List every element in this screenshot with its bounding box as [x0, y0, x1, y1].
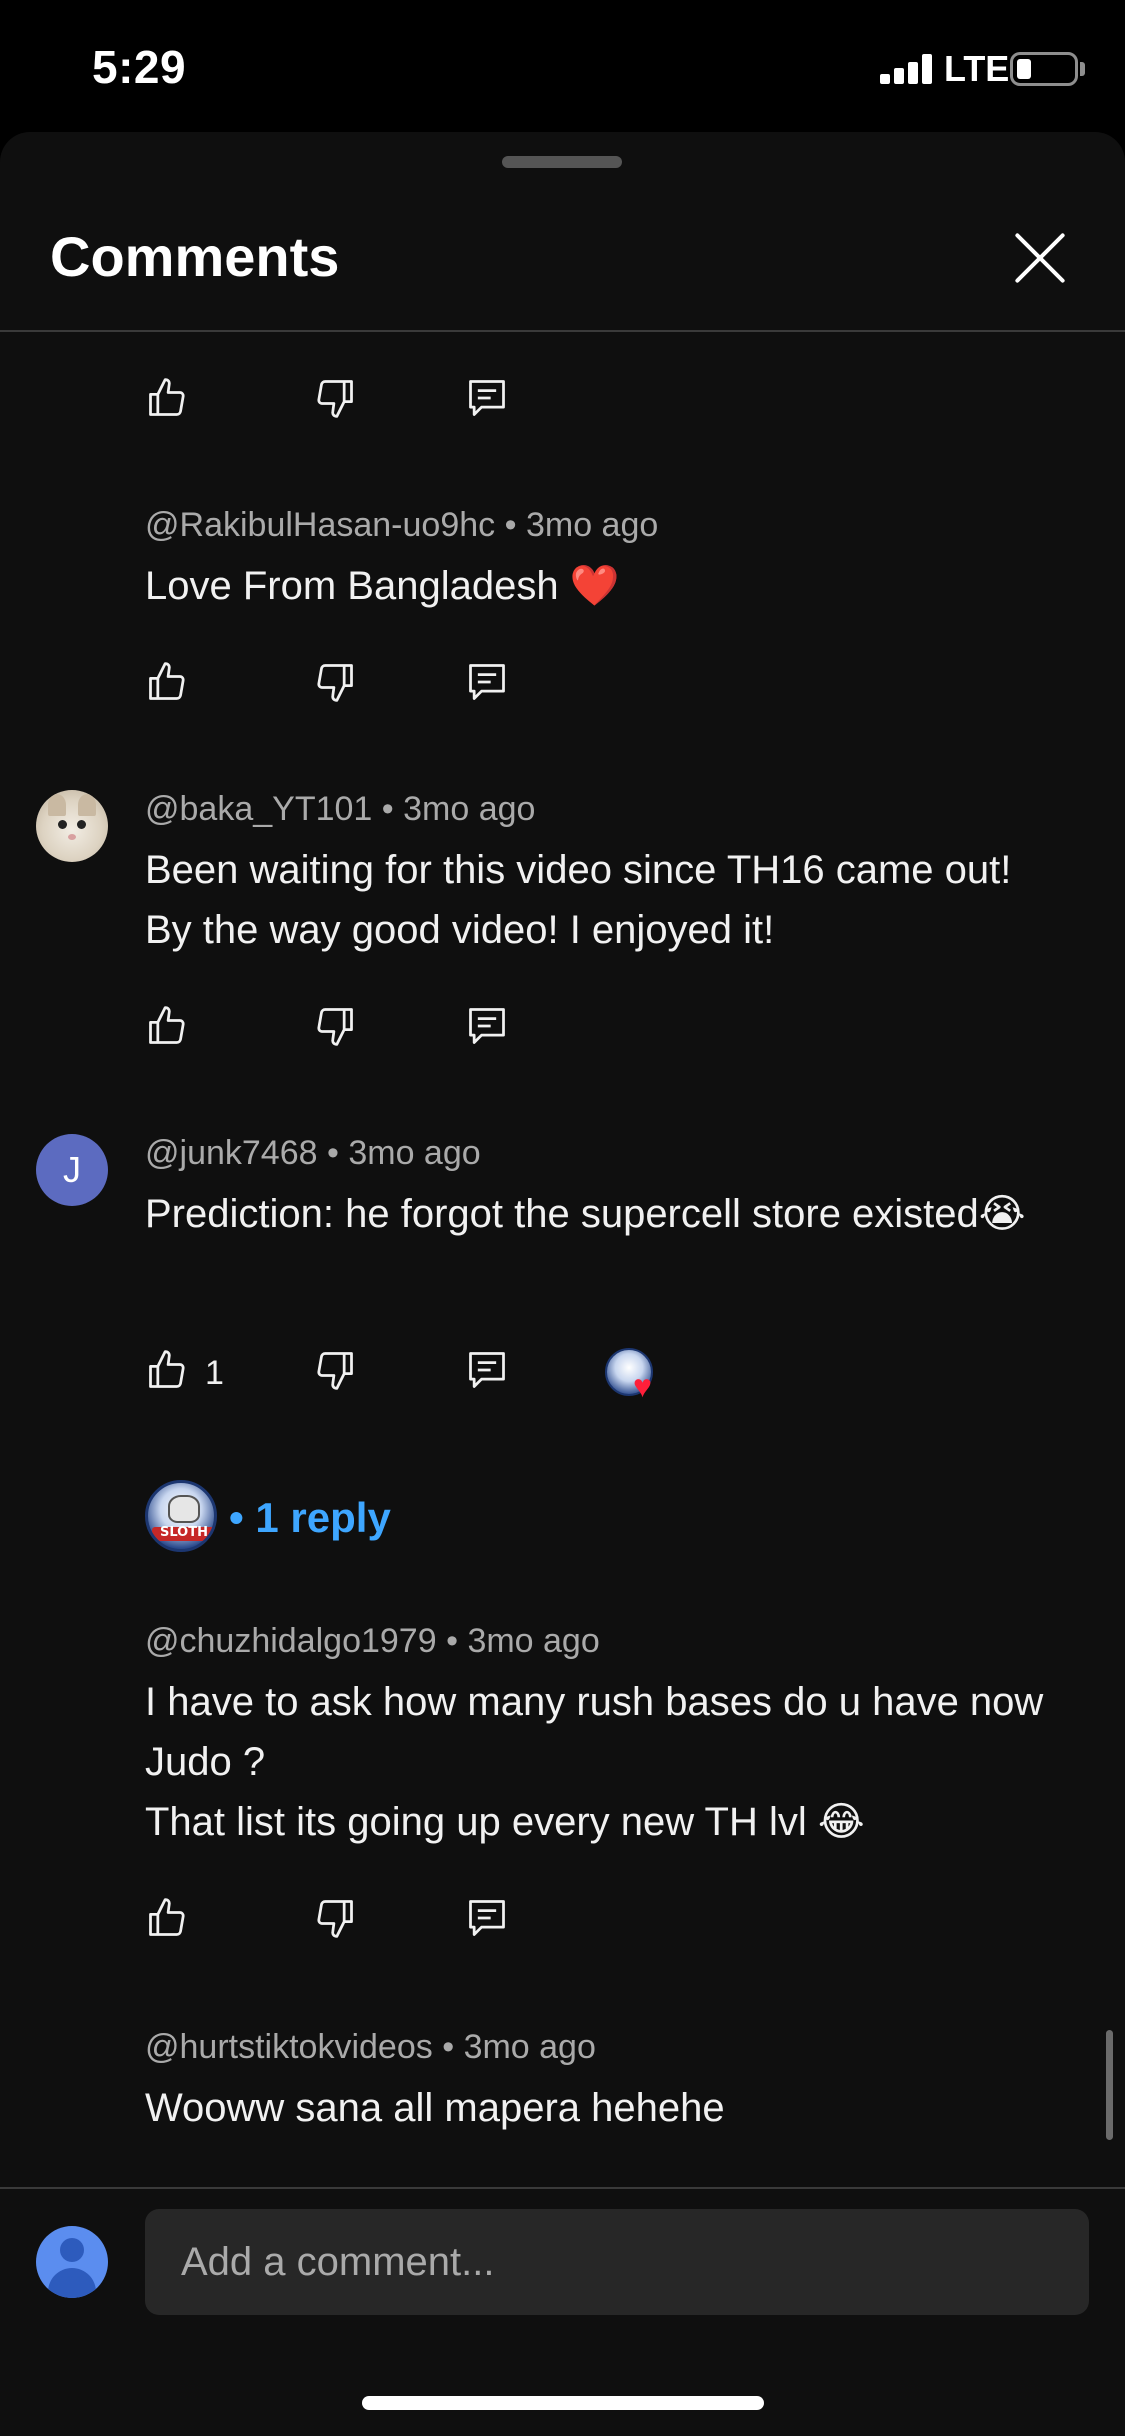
thumb-down-icon[interactable] — [313, 1348, 357, 1392]
comment-author[interactable]: @junk7468 — [145, 1134, 318, 1172]
comment-author[interactable]: @hurtstiktokvideos — [145, 2028, 433, 2066]
network-type: LTE — [944, 48, 1010, 89]
battery-icon — [1010, 52, 1078, 86]
comment-age: 3mo ago — [525, 506, 659, 544]
comment-meta: @junk7468 • 3mo ago — [145, 1134, 481, 1173]
thumb-down-icon[interactable] — [313, 376, 357, 420]
comment-meta: @RakibulHasan-uo9hc • 3mo ago — [145, 506, 658, 545]
cellular-signal-icon — [880, 54, 932, 84]
heart-icon: ♥ — [633, 1368, 652, 1404]
meta-separator: • — [504, 506, 517, 544]
comment-meta: @baka_YT101 • 3mo ago — [145, 790, 535, 829]
heart-emoji: ❤️ — [569, 563, 620, 609]
meta-separator: • — [381, 790, 394, 828]
thumb-up-icon[interactable] — [145, 1004, 189, 1048]
comment-text: I have to ask how many rush bases do u h… — [145, 1680, 1044, 1845]
letter-avatar[interactable]: J — [36, 1134, 108, 1206]
drag-handle[interactable] — [502, 156, 622, 168]
replies-toggle[interactable]: SLOTH • 1 reply — [145, 1480, 445, 1552]
comments-list[interactable]: @RakibulHasan-uo9hc • 3mo ago Love From … — [0, 332, 1125, 2187]
comment-age: 3mo ago — [467, 1622, 600, 1660]
close-icon[interactable] — [1010, 228, 1070, 288]
battery-tip — [1080, 62, 1085, 76]
thumb-up-icon[interactable] — [145, 376, 189, 420]
thumb-down-icon[interactable] — [313, 660, 357, 704]
laughing-emoji: 😂 — [817, 1799, 865, 1845]
user-avatar[interactable] — [36, 2226, 108, 2298]
comment-author[interactable]: @baka_YT101 — [145, 790, 372, 828]
status-time: 5:29 — [92, 41, 187, 93]
comment-age: 3mo ago — [463, 2028, 596, 2066]
thumb-up-icon[interactable] — [145, 660, 189, 704]
comment-meta: @chuzhidalgo1979 • 3mo ago — [145, 1622, 600, 1661]
comment-text: Prediction: he forgot the supercell stor… — [145, 1191, 1026, 1237]
sheet-title: Comments — [50, 225, 340, 288]
scrollbar[interactable] — [1106, 2030, 1113, 2140]
comment-input[interactable] — [145, 2209, 1089, 2315]
like-count: 1 — [205, 1354, 224, 1392]
crying-emoji: 😭 — [978, 1191, 1026, 1237]
comment-text: Been waiting for this video since TH16 c… — [145, 848, 1012, 952]
reply-icon[interactable] — [465, 660, 509, 704]
meta-separator: • — [442, 2028, 455, 2066]
channel-logo-avatar: SLOTH — [145, 1480, 217, 1552]
comment-author[interactable]: @RakibulHasan-uo9hc — [145, 506, 495, 544]
creator-heart-badge: ♥ — [605, 1348, 665, 1408]
thumb-down-icon[interactable] — [313, 1896, 357, 1940]
comment-age: 3mo ago — [403, 790, 536, 828]
composer-divider — [0, 2187, 1125, 2189]
meta-separator: • — [326, 1134, 339, 1172]
comment-actions: 1 — [145, 1348, 845, 1398]
reply-icon[interactable] — [465, 1348, 509, 1392]
reply-icon[interactable] — [465, 1004, 509, 1048]
thumb-up-icon[interactable] — [145, 1348, 189, 1392]
comment-text: Love From Bangladesh ❤️ — [145, 563, 620, 609]
comment-author[interactable]: @chuzhidalgo1979 — [145, 1622, 437, 1660]
comment-age: 3mo ago — [348, 1134, 481, 1172]
status-bar: 5:29 LTE — [0, 0, 1125, 132]
cat-avatar[interactable] — [36, 790, 108, 862]
thumb-up-icon[interactable] — [145, 1896, 189, 1940]
reply-count[interactable]: • 1 reply — [229, 1494, 391, 1542]
reply-icon[interactable] — [465, 376, 509, 420]
comment-text: Wooww sana all mapera hehehe — [145, 2086, 725, 2130]
meta-separator: • — [446, 1622, 458, 1660]
comment-meta: @hurtstiktokvideos • 3mo ago — [145, 2028, 596, 2067]
home-indicator[interactable] — [362, 2396, 764, 2410]
thumb-down-icon[interactable] — [313, 1004, 357, 1048]
reply-icon[interactable] — [465, 1896, 509, 1940]
